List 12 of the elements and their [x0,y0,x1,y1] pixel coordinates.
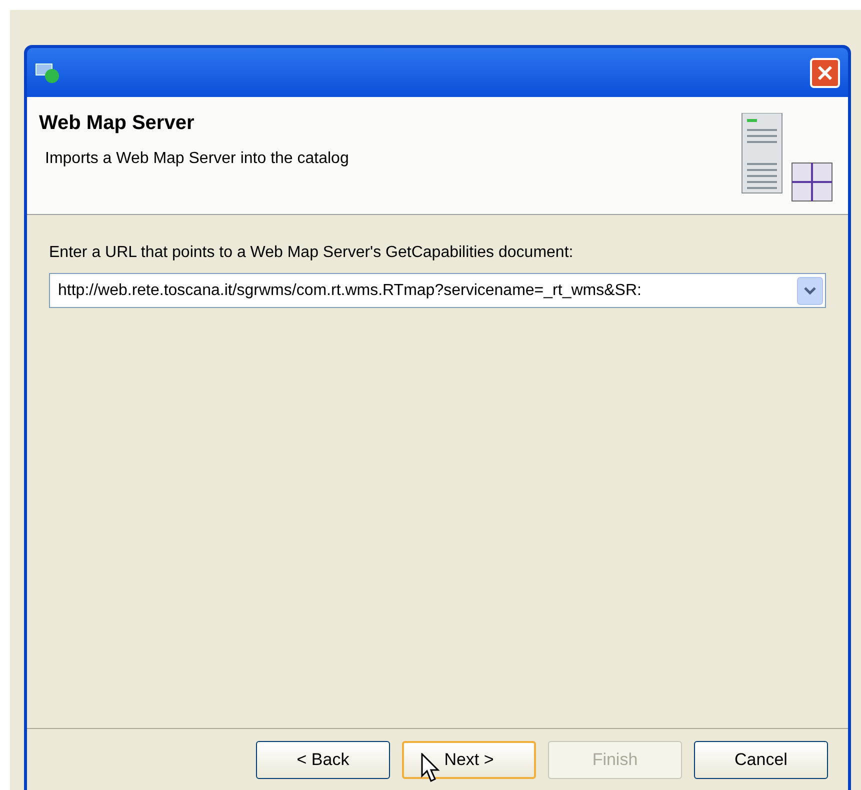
wizard-button[interactable]: Cancel [694,740,828,778]
page-title: Web Map Server [39,113,196,133]
app-icon [35,62,61,84]
close-icon [817,64,833,80]
url-prompt: Enter a URL that points to a Web Map Server's GetCapabilities document: [49,243,574,263]
wizard-button[interactable]: Next > [402,740,536,778]
close-button[interactable] [810,58,840,88]
mouse-pointer-icon [421,753,443,783]
wizard-button[interactable]: < Back [256,740,390,778]
page-description: Imports a Web Map Server into the catalog [45,149,349,169]
url-combo-field[interactable]: http://web.rete.toscana.it/sgrwms/com.rt.wms.RTmap?servicename=_rt_wms&SR: [49,273,826,308]
dropdown-icon [797,276,823,304]
